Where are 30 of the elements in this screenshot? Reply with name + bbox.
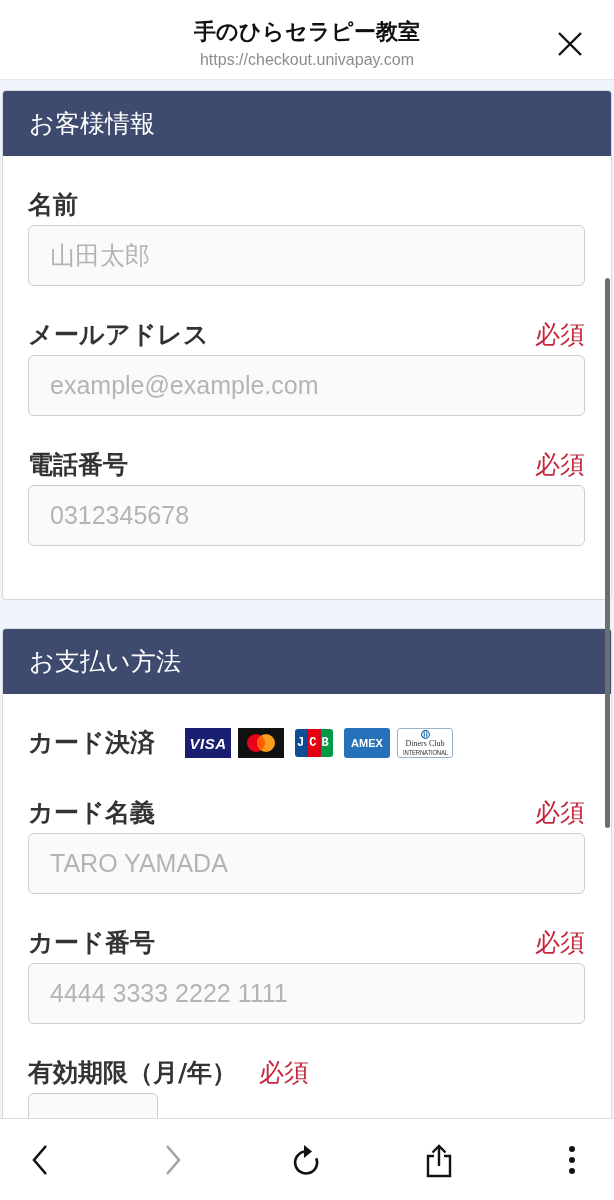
- page-url: https://checkout.univapay.com: [199, 50, 414, 70]
- field-label: 電話番号: [28, 450, 128, 480]
- page-title: 手のひらセラピー教室: [194, 18, 420, 46]
- required-label: 必須: [535, 928, 585, 958]
- close-icon[interactable]: [558, 31, 582, 56]
- input-field[interactable]: 0312345678: [28, 485, 585, 546]
- field-label: カード名義: [28, 798, 155, 828]
- more-options-icon[interactable]: [568, 1144, 576, 1175]
- section-title: お支払い方法: [29, 646, 181, 678]
- card-brand-icon: [238, 728, 284, 758]
- field-label: カード番号: [28, 928, 155, 958]
- back-icon[interactable]: [31, 1143, 49, 1176]
- required-label: 必須: [259, 1058, 310, 1088]
- logo-text: Diners Club: [405, 739, 445, 748]
- field-label: 名前: [28, 190, 78, 220]
- field-label: 有効期限（月/年）: [28, 1058, 238, 1088]
- logo-subtext: INTERNATIONAL: [402, 748, 448, 757]
- input-field[interactable]: 山田太郎: [28, 225, 585, 286]
- input-field[interactable]: example@example.com: [28, 355, 585, 416]
- card-brand-logo: VISA: [185, 728, 231, 758]
- card-brand-logo: AMEX: [344, 728, 390, 758]
- emblem-icon: [420, 730, 430, 739]
- required-label: 必須: [535, 320, 585, 350]
- field-label: カード決済: [28, 728, 155, 758]
- input-field[interactable]: 4444 3333 2222 1111: [28, 963, 585, 1024]
- required-label: 必須: [535, 450, 585, 480]
- required-label: 必須: [535, 798, 585, 828]
- field-label: メールアドレス: [28, 320, 209, 350]
- section-title: お客様情報: [29, 108, 155, 140]
- input-field[interactable]: TARO YAMADA: [28, 833, 585, 894]
